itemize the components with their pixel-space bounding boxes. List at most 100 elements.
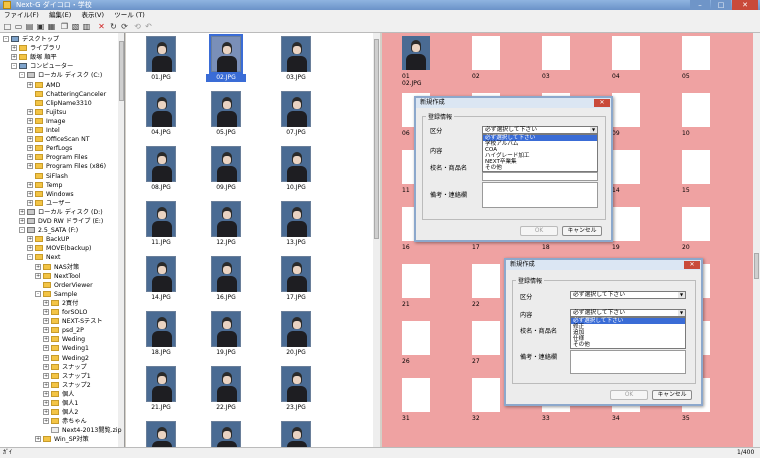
refresh-icon[interactable]: ⟳ bbox=[120, 22, 129, 31]
photo-filename[interactable]: 17.JPG bbox=[276, 294, 316, 302]
print-icon[interactable]: ▦ bbox=[47, 22, 56, 31]
expand-icon[interactable]: + bbox=[43, 336, 49, 343]
cut-icon[interactable]: ▥ bbox=[82, 22, 91, 31]
paste-icon[interactable]: ▧ bbox=[71, 22, 80, 31]
tree-item[interactable]: + Weding bbox=[43, 335, 85, 344]
expand-icon[interactable]: + bbox=[27, 127, 33, 133]
expand-icon[interactable]: + bbox=[27, 108, 33, 115]
tree-item[interactable]: + Win_SP対策 bbox=[35, 435, 89, 444]
photo-filename[interactable]: 12.JPG bbox=[206, 239, 246, 247]
open-icon[interactable]: ▭ bbox=[14, 22, 23, 31]
tree-item[interactable]: + 飯塚 順平 bbox=[11, 53, 57, 62]
tree-item[interactable]: + DVD RW ドライブ (E:) bbox=[19, 217, 103, 226]
photo-filename[interactable]: 19.JPG bbox=[206, 349, 246, 357]
tree-item[interactable]: + NEXT-Sテスト bbox=[43, 317, 103, 326]
category-select[interactable]: 必ず選択して下さい ▼ bbox=[482, 126, 598, 134]
tree-item[interactable]: + スナップ bbox=[43, 363, 87, 372]
expand-icon[interactable]: + bbox=[27, 190, 33, 197]
expand-icon[interactable]: + bbox=[27, 236, 33, 243]
photo-filename[interactable]: 09.JPG bbox=[206, 184, 246, 192]
chevron-down-icon[interactable]: ▼ bbox=[678, 292, 685, 298]
photo-filename[interactable]: 21.JPG bbox=[141, 404, 181, 412]
photo-thumbnail[interactable] bbox=[146, 366, 176, 402]
photo-thumbnail[interactable] bbox=[211, 146, 241, 182]
tree-item[interactable]: Next4-2013閲覧.zip bbox=[43, 426, 122, 435]
delete-icon[interactable]: ✕ bbox=[97, 22, 106, 31]
photo-thumbnail[interactable] bbox=[281, 366, 311, 402]
menu-view[interactable]: 表示(V) bbox=[77, 10, 108, 20]
tree-item[interactable]: + BackUP bbox=[27, 235, 69, 244]
collapse-icon[interactable]: - bbox=[35, 290, 41, 297]
dropdown-option[interactable]: その他 bbox=[483, 165, 597, 171]
expand-icon[interactable]: + bbox=[43, 363, 49, 370]
photo-filename[interactable]: 11.JPG bbox=[141, 239, 181, 247]
tree-item[interactable]: + Fujitsu bbox=[27, 108, 66, 117]
photo-filename[interactable]: 04.JPG bbox=[141, 129, 181, 137]
expand-icon[interactable]: + bbox=[43, 381, 49, 388]
expand-icon[interactable]: + bbox=[27, 117, 33, 124]
expand-icon[interactable]: + bbox=[43, 390, 49, 397]
photo-thumbnail[interactable] bbox=[281, 201, 311, 237]
tree-item[interactable]: + psd_2P bbox=[43, 326, 84, 335]
album-slot[interactable] bbox=[612, 36, 640, 70]
album-scrollbar[interactable] bbox=[753, 33, 760, 447]
dropdown-option[interactable]: その他 bbox=[571, 342, 685, 348]
collapse-icon[interactable]: - bbox=[11, 63, 17, 70]
dialog-close-button[interactable]: ✕ bbox=[684, 261, 700, 269]
expand-icon[interactable]: + bbox=[27, 163, 33, 170]
expand-icon[interactable]: + bbox=[43, 409, 49, 416]
tree-item[interactable]: + NAS対策 bbox=[35, 263, 79, 272]
album-slot[interactable] bbox=[542, 36, 570, 70]
tree-item[interactable]: + ローカル ディスク (D:) bbox=[19, 208, 103, 217]
expand-icon[interactable]: + bbox=[35, 272, 41, 279]
tree-item[interactable]: - Sample bbox=[35, 290, 77, 299]
notes-textarea[interactable] bbox=[482, 182, 598, 208]
photo-thumbnail[interactable] bbox=[211, 256, 241, 292]
expand-icon[interactable]: + bbox=[27, 145, 33, 152]
school-name-input[interactable] bbox=[482, 172, 598, 181]
photo-filename[interactable]: 02.JPG bbox=[206, 74, 246, 82]
tree-item[interactable]: + Program Files bbox=[27, 153, 88, 162]
tree-item[interactable]: + Program Files (x86) bbox=[27, 162, 106, 171]
undo-icon[interactable]: ⟲ bbox=[133, 22, 142, 31]
photo-thumbnail[interactable] bbox=[211, 91, 241, 127]
menu-edit[interactable]: 編集(E) bbox=[45, 10, 75, 20]
photo-thumbnail[interactable] bbox=[209, 34, 243, 74]
tree-item[interactable]: + NextTool bbox=[35, 272, 80, 281]
tree-item[interactable]: + Temp bbox=[27, 181, 63, 190]
category-select[interactable]: 必ず選択して下さい ▼ bbox=[570, 291, 686, 299]
album-slot[interactable] bbox=[682, 150, 710, 184]
tree-item[interactable]: + Weding2 bbox=[43, 354, 89, 363]
tree-item[interactable]: + 個人1 bbox=[43, 399, 78, 408]
collapse-icon[interactable]: - bbox=[19, 227, 25, 234]
photo-filename[interactable]: 22.JPG bbox=[206, 404, 246, 412]
menu-tools[interactable]: ツール (T) bbox=[110, 10, 149, 20]
photo-thumbnail[interactable] bbox=[281, 311, 311, 347]
expand-icon[interactable]: + bbox=[43, 372, 49, 379]
tree-item[interactable]: + スナップ2 bbox=[43, 381, 91, 390]
tree-item[interactable]: + ユーザー bbox=[27, 199, 71, 208]
album-slot[interactable] bbox=[612, 93, 640, 127]
album-slot[interactable] bbox=[682, 93, 710, 127]
notes-textarea[interactable] bbox=[570, 350, 686, 374]
photo-filename[interactable]: 03.JPG bbox=[276, 74, 316, 82]
close-button[interactable]: ✕ bbox=[732, 0, 758, 10]
expand-icon[interactable]: + bbox=[19, 218, 25, 224]
tree-item[interactable]: + forSOLO bbox=[43, 308, 87, 317]
album-slot[interactable] bbox=[612, 207, 640, 241]
album-slot[interactable] bbox=[402, 36, 430, 70]
chevron-down-icon[interactable]: ▼ bbox=[590, 127, 597, 133]
expand-icon[interactable]: + bbox=[43, 400, 49, 406]
photo-thumbnail[interactable] bbox=[281, 256, 311, 292]
photo-filename[interactable]: 14.JPG bbox=[141, 294, 181, 302]
album-slot[interactable] bbox=[402, 378, 430, 412]
photo-filename[interactable]: 05.JPG bbox=[206, 129, 246, 137]
tree-item[interactable]: + Image bbox=[27, 117, 65, 126]
photo-thumbnail[interactable] bbox=[281, 421, 311, 447]
save-icon[interactable]: ▣ bbox=[36, 22, 45, 31]
new-icon[interactable]: □ bbox=[3, 22, 12, 31]
tree-scrollbar[interactable] bbox=[118, 33, 124, 447]
photo-thumbnail[interactable] bbox=[281, 146, 311, 182]
cancel-button[interactable]: キャンセル bbox=[652, 390, 692, 400]
tree-item[interactable]: - Next bbox=[27, 253, 60, 262]
